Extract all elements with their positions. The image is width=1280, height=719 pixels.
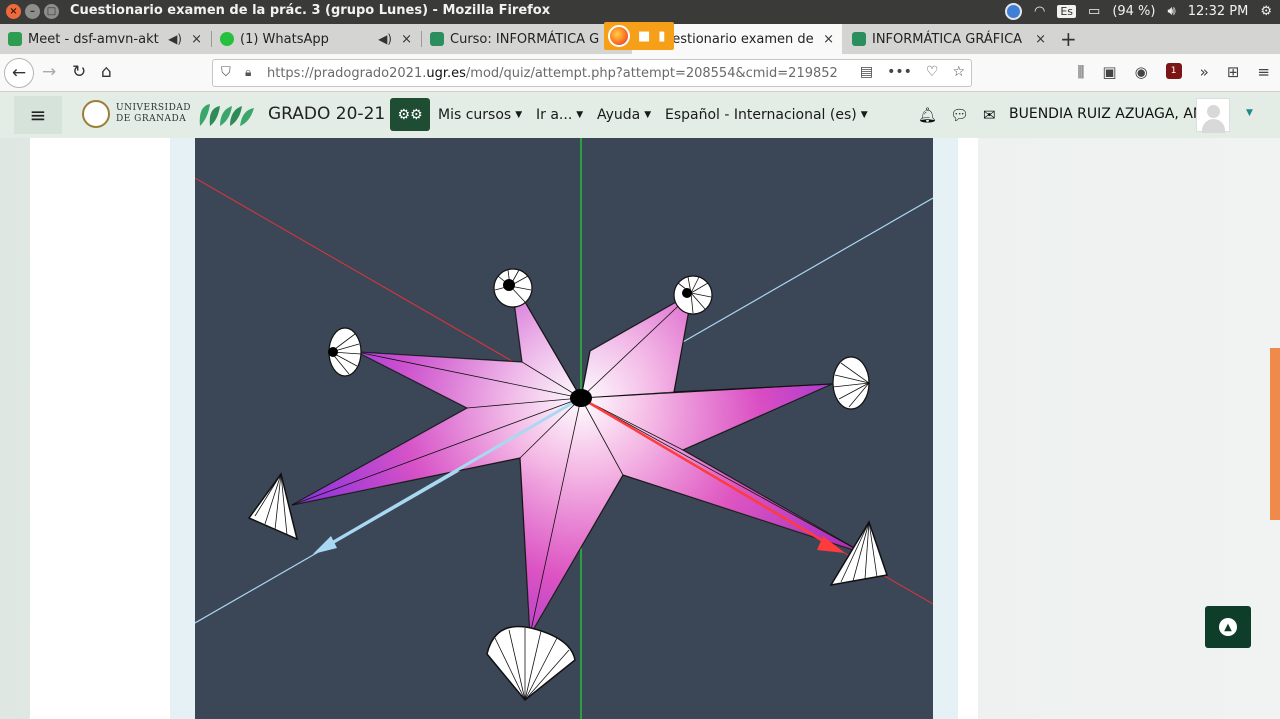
meet-sharing-indicator[interactable]: ■ ▮ [604, 22, 674, 50]
account-icon[interactable]: ◉ [1135, 63, 1148, 81]
forward-button[interactable]: → [42, 62, 56, 82]
overflow-chevron-icon[interactable]: » [1200, 63, 1209, 81]
reload-button[interactable]: ↻ [72, 62, 86, 82]
close-tab-icon[interactable]: × [401, 32, 412, 47]
cone-top-left [493, 268, 533, 308]
cone-top-right [673, 275, 713, 315]
system-tray: ◠ Es ▭ (94 %) 🔊︎ 12:32 PM ⚙ [1004, 3, 1272, 20]
window-minimize-button[interactable]: – [25, 4, 40, 19]
tab-meet[interactable]: Meet - dsf-amvn-akt ◀) × [0, 24, 210, 54]
cone-bottom [486, 625, 576, 702]
whatsapp-icon [220, 32, 234, 46]
close-tab-icon[interactable]: × [191, 32, 202, 47]
drawer-toggle-button[interactable]: ≡ [14, 96, 62, 134]
browser-nav-bar: ← → ↻ ⌂ ⛉ 🔒︎ https://pradogrado2021.ugr.… [0, 54, 1280, 92]
ublock-icon[interactable]: 1 [1165, 63, 1182, 79]
star-shading [292, 278, 863, 635]
menu-mis-cursos[interactable]: Mis cursos ▼ [438, 107, 522, 123]
messages-icon[interactable]: 💬︎ [950, 106, 969, 124]
course-tools-button[interactable]: ⚙⚙ [390, 98, 430, 131]
wifi-icon[interactable]: ◠ [1034, 4, 1045, 19]
menu-ir-a[interactable]: Ir a... ▼ [536, 107, 583, 123]
volume-icon[interactable]: 🔊︎ [1167, 4, 1175, 19]
more-actions-icon[interactable]: ••• [887, 64, 912, 80]
shield-icon[interactable]: ⛉ [221, 65, 231, 80]
url-text[interactable]: https://pradogrado2021.ugr.es/mod/quiz/a… [267, 66, 838, 81]
center-sphere [570, 389, 592, 407]
user-name[interactable]: BUENDIA RUIZ AZUAGA, ANA [1009, 106, 1213, 122]
tab-curso[interactable]: Curso: INFORMÁTICA G [422, 24, 632, 54]
user-menu-caret-icon[interactable]: ▼ [1246, 108, 1253, 118]
home-button[interactable]: ⌂ [101, 62, 112, 82]
caret-down-icon: ▼ [576, 110, 584, 120]
bookmark-star-icon[interactable]: ☆ [952, 64, 965, 80]
university-name: UNIVERSIDAD DE GRANADA [116, 103, 192, 124]
main-content: ▲ [0, 138, 1280, 719]
keyboard-layout[interactable]: Es [1057, 5, 1077, 18]
caret-down-icon: ▼ [515, 110, 523, 120]
cone-right [832, 356, 870, 410]
firefox-logo-icon [608, 25, 630, 47]
site-name[interactable]: GRADO 20-21 [268, 104, 385, 124]
tab-informatica[interactable]: INFORMÁTICA GRÁFICA × [844, 24, 1054, 54]
webgl-viewport[interactable] [195, 138, 933, 719]
back-button[interactable]: ← [4, 58, 34, 88]
window-title: Cuestionario examen de la prác. 3 (grupo… [70, 3, 551, 18]
avatar[interactable] [1196, 98, 1230, 133]
tab-label: Curso: INFORMÁTICA G [450, 31, 600, 47]
hamburger-menu-icon[interactable]: ≡ [1257, 63, 1270, 81]
os-top-bar: × – □ Cuestionario examen de la prác. 3 … [0, 0, 1280, 24]
sync-icon[interactable] [1004, 3, 1022, 20]
caret-down-icon: ▼ [860, 110, 868, 120]
site-header: ≡ UNIVERSIDAD DE GRANADA GRADO 20-21 ⚙⚙ … [0, 92, 1280, 138]
caret-down-icon: ▼ [644, 110, 652, 120]
settings-gear-icon[interactable]: ⚙ [1260, 4, 1272, 19]
prado-icon [430, 32, 444, 46]
close-tab-icon[interactable]: × [823, 32, 834, 47]
sidebar-icon[interactable]: ▣ [1102, 63, 1116, 81]
microphone-icon[interactable]: ▮ [658, 29, 665, 44]
window-close-button[interactable]: × [6, 4, 21, 19]
reader-view-icon[interactable]: ▤ [860, 64, 873, 80]
camera-icon[interactable]: ■ [638, 29, 650, 44]
url-actions: ▤ ••• ♡ ☆ [860, 64, 965, 80]
extensions-icon[interactable]: ⊞ [1227, 63, 1240, 81]
clock[interactable]: 12:32 PM [1188, 4, 1249, 19]
cone-lower-left [247, 472, 299, 541]
cone-left [328, 327, 362, 377]
speaker-icon[interactable]: ◀) [168, 32, 182, 46]
new-tab-button[interactable]: + [1060, 27, 1077, 51]
lock-icon[interactable]: 🔒︎ [245, 65, 251, 80]
tab-label: INFORMÁTICA GRÁFICA [872, 31, 1023, 47]
address-bar[interactable]: ⛉ 🔒︎ https://pradogrado2021.ugr.es/mod/q… [212, 59, 972, 87]
scroll-to-top-button[interactable]: ▲ [1205, 606, 1251, 648]
window-controls: × – □ [6, 4, 59, 19]
ugr-seal-logo [82, 100, 110, 128]
notifications-bell-icon[interactable]: 🔔︎ [918, 106, 937, 124]
tab-label: (1) WhatsApp [240, 31, 329, 47]
speaker-icon[interactable]: ◀) [378, 32, 392, 46]
pocket-icon[interactable]: ♡ [926, 64, 939, 80]
page-scrollbar-thumb[interactable] [1270, 348, 1280, 520]
google-meet-icon [8, 32, 22, 46]
menu-language[interactable]: Español - Internacional (es) ▼ [665, 107, 868, 123]
toolbar-right: ⫼ ▣ ◉ 1 » ⊞ ≡ [1077, 63, 1270, 81]
cone-lower-right [829, 520, 888, 587]
library-icon[interactable]: ⫼ [1077, 63, 1084, 81]
3d-scene [195, 138, 933, 719]
menu-ayuda[interactable]: Ayuda ▼ [597, 107, 651, 123]
battery-icon[interactable]: ▭ [1088, 4, 1100, 19]
window-maximize-button[interactable]: □ [44, 4, 59, 19]
prado-logo[interactable] [196, 100, 256, 130]
tab-label: uestionario examen de [664, 31, 814, 47]
battery-percent: (94 %) [1112, 4, 1156, 19]
tab-whatsapp[interactable]: (1) WhatsApp ◀) × [212, 24, 420, 54]
mail-icon[interactable]: ✉ [983, 106, 996, 124]
close-tab-icon[interactable]: × [1035, 32, 1046, 47]
tab-label: Meet - dsf-amvn-akt [28, 31, 159, 47]
z-arrow-head [313, 536, 337, 554]
prado-icon [852, 32, 866, 46]
chevron-up-icon: ▲ [1219, 618, 1237, 636]
